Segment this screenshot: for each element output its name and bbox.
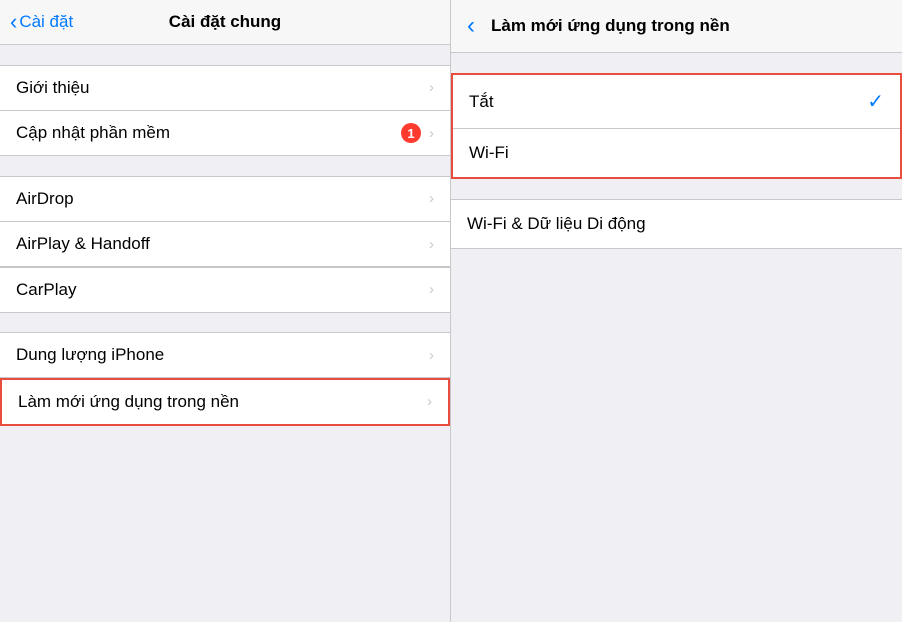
right-nav-header: ‹ Làm mới ứng dụng trong nền — [451, 0, 902, 53]
airplay-label: AirPlay & Handoff — [16, 234, 150, 254]
carplay-right: › — [429, 281, 434, 298]
right-panel: ‹ Làm mới ứng dụng trong nền Tắt ✓ Wi-Fi… — [451, 0, 902, 622]
chevron-right-icon-2: › — [429, 125, 434, 142]
left-nav-header: ‹ Cài đặt Cài đặt chung — [0, 0, 450, 45]
back-label: Cài đặt — [19, 12, 73, 32]
settings-item-dung-luong[interactable]: Dung lượng iPhone › — [0, 332, 450, 378]
chevron-right-icon-3: › — [429, 190, 434, 207]
chevron-right-icon-5: › — [429, 281, 434, 298]
cap-nhat-right: 1 › — [401, 123, 434, 143]
option-tat[interactable]: Tắt ✓ — [453, 75, 900, 128]
option-wifi[interactable]: Wi-Fi — [453, 128, 900, 177]
chevron-right-icon-4: › — [429, 236, 434, 253]
settings-item-cap-nhat[interactable]: Cập nhật phần mềm 1 › — [0, 110, 450, 156]
back-button[interactable]: ‹ Cài đặt — [10, 11, 73, 33]
carplay-label: CarPlay — [16, 280, 76, 300]
gioi-thieu-right: › — [429, 79, 434, 96]
settings-item-lam-moi[interactable]: Làm mới ứng dụng trong nền › — [0, 378, 450, 426]
settings-group-3: Dung lượng iPhone › Làm mới ứng dụng tro… — [0, 333, 450, 426]
cap-nhat-label: Cập nhật phần mềm — [16, 123, 170, 143]
lam-moi-label: Làm mới ứng dụng trong nền — [18, 392, 239, 412]
additional-option[interactable]: Wi-Fi & Dữ liệu Di động — [451, 199, 902, 249]
tat-label: Tắt — [469, 92, 494, 112]
wifi-label: Wi-Fi — [469, 143, 509, 163]
options-group: Tắt ✓ Wi-Fi — [451, 73, 902, 179]
airplay-right: › — [429, 236, 434, 253]
left-nav-title: Cài đặt chung — [169, 12, 281, 32]
lam-moi-right: › — [427, 393, 432, 410]
back-chevron-icon: ‹ — [10, 11, 17, 33]
chevron-right-icon: › — [429, 79, 434, 96]
airdrop-right: › — [429, 190, 434, 207]
right-back-button[interactable]: ‹ — [467, 12, 479, 40]
left-panel: ‹ Cài đặt Cài đặt chung Giới thiệu › Cập… — [0, 0, 451, 622]
dung-luong-label: Dung lượng iPhone — [16, 345, 164, 365]
checkmark-icon: ✓ — [867, 89, 884, 114]
right-back-chevron-icon: ‹ — [467, 12, 475, 40]
settings-group-2: AirDrop › AirPlay & Handoff › CarPlay › — [0, 176, 450, 313]
airdrop-label: AirDrop — [16, 189, 74, 209]
settings-item-airplay[interactable]: AirPlay & Handoff › — [0, 221, 450, 267]
settings-item-gioi-thieu[interactable]: Giới thiệu › — [0, 65, 450, 111]
settings-group-1: Giới thiệu › Cập nhật phần mềm 1 › — [0, 65, 450, 156]
chevron-right-icon-7: › — [427, 393, 432, 410]
gioi-thieu-label: Giới thiệu — [16, 78, 90, 98]
right-nav-title: Làm mới ứng dụng trong nền — [491, 16, 730, 36]
update-badge: 1 — [401, 123, 421, 143]
settings-item-carplay[interactable]: CarPlay › — [0, 267, 450, 313]
additional-label: Wi-Fi & Dữ liệu Di động — [467, 214, 646, 233]
chevron-right-icon-6: › — [429, 347, 434, 364]
dung-luong-right: › — [429, 347, 434, 364]
settings-item-airdrop[interactable]: AirDrop › — [0, 176, 450, 222]
